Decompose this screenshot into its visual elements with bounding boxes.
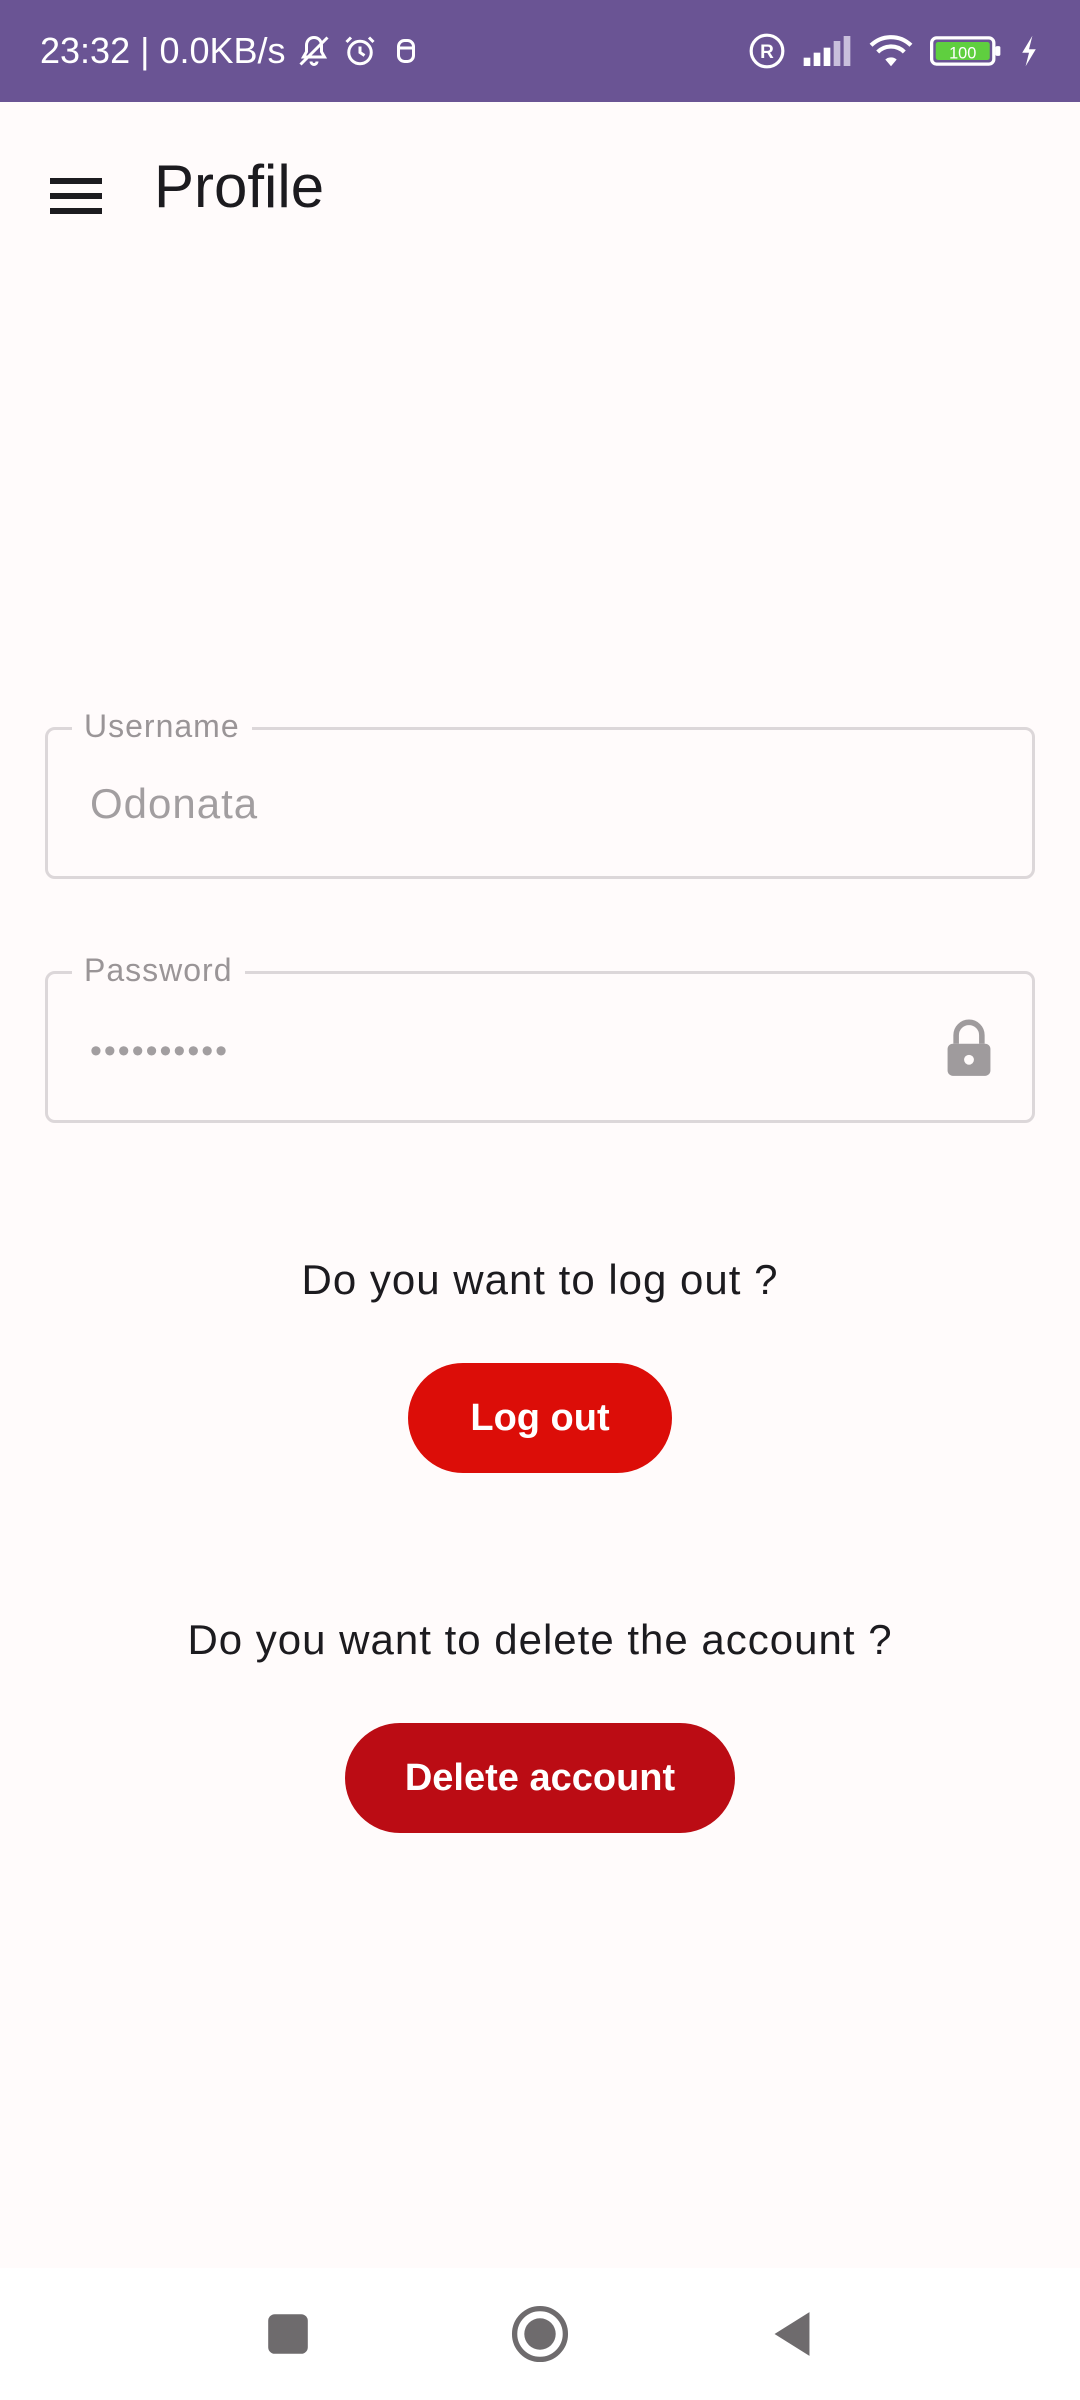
password-value: •••••••••• — [90, 1032, 230, 1070]
registered-icon: R — [749, 33, 785, 69]
recents-button[interactable] — [258, 2304, 318, 2364]
status-time-speed: 23:32 | 0.0KB/s — [40, 30, 286, 71]
bell-off-icon — [298, 35, 329, 66]
home-button[interactable] — [510, 2304, 570, 2364]
alarm-icon — [344, 36, 375, 66]
logout-button[interactable]: Log out — [408, 1363, 672, 1473]
logout-question: Do you want to log out ? — [301, 1256, 779, 1303]
menu-button[interactable] — [40, 160, 112, 232]
password-field[interactable]: Password •••••••••• — [45, 952, 1035, 1123]
wifi-icon — [869, 35, 913, 67]
back-triangle-icon — [774, 2312, 810, 2356]
delete-account-button[interactable]: Delete account — [345, 1723, 735, 1833]
svg-text:R: R — [760, 42, 774, 63]
navigation-bar — [0, 2268, 1080, 2400]
menu-icon — [50, 178, 102, 214]
status-right: R 100 — [748, 32, 1040, 70]
password-label: Password — [72, 952, 245, 989]
home-circle-icon — [511, 2305, 569, 2363]
recents-square-icon — [268, 2314, 308, 2354]
svg-text:100: 100 — [949, 44, 976, 62]
username-value: Odonata — [90, 780, 259, 827]
back-button[interactable] — [762, 2304, 822, 2364]
signal-icon — [803, 36, 851, 66]
status-bar: 23:32 | 0.0KB/s R 100 — [0, 0, 1080, 102]
status-left: 23:32 | 0.0KB/s — [40, 30, 424, 72]
charging-icon — [1022, 35, 1036, 67]
app-bar: Profile — [0, 102, 1080, 282]
lock-icon — [947, 1019, 991, 1076]
delete-question: Do you want to delete the account ? — [187, 1616, 893, 1663]
username-label: Username — [72, 708, 252, 745]
username-field[interactable]: Username Odonata — [45, 708, 1035, 879]
page-title: Profile — [154, 153, 325, 220]
battery-icon: 100 — [930, 36, 1001, 66]
notification-icon — [396, 39, 415, 63]
